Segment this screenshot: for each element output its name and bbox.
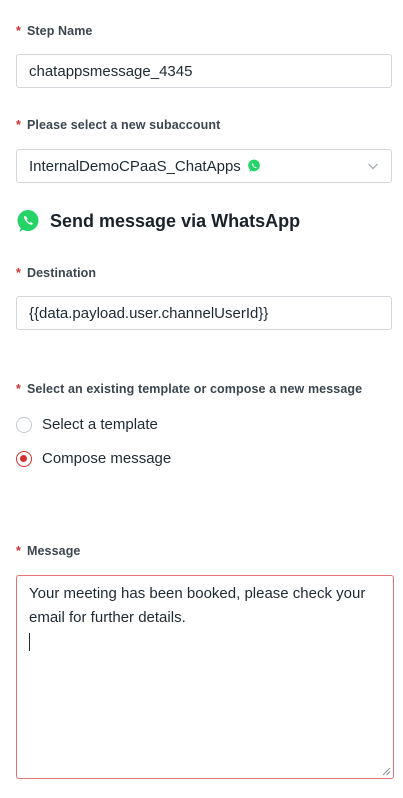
template-choice-label: * Select an existing template or compose … xyxy=(16,382,363,396)
message-textarea[interactable]: Your meeting has been booked, please che… xyxy=(16,575,394,779)
destination-input[interactable]: {{data.payload.user.channelUserId}} xyxy=(16,296,392,330)
radio-select-template[interactable]: Select a template xyxy=(16,416,158,433)
subaccount-value: InternalDemoCPaaS_ChatApps xyxy=(29,157,241,175)
required-marker: * xyxy=(16,24,21,38)
step-name-label: * Step Name xyxy=(16,24,93,38)
step-name-input[interactable]: chatappsmessage_4345 xyxy=(16,54,392,88)
required-marker: * xyxy=(16,544,21,558)
resize-handle-icon[interactable] xyxy=(381,766,391,776)
subaccount-select[interactable]: InternalDemoCPaaS_ChatApps xyxy=(16,149,392,183)
radio-label: Compose message xyxy=(42,450,172,467)
destination-label: * Destination xyxy=(16,266,97,280)
required-marker: * xyxy=(16,118,21,132)
chevron-down-icon[interactable] xyxy=(367,160,379,172)
required-marker: * xyxy=(16,382,21,396)
text-caret xyxy=(29,633,30,651)
whatsapp-icon xyxy=(247,159,260,172)
message-label: * Message xyxy=(16,544,81,558)
section-heading: Send message via WhatsApp xyxy=(16,209,300,233)
required-marker: * xyxy=(16,266,21,280)
section-title: Send message via WhatsApp xyxy=(50,210,301,231)
subaccount-label: * Please select a new subaccount xyxy=(16,118,221,132)
whatsapp-icon xyxy=(17,210,39,232)
message-text: Your meeting has been booked, please che… xyxy=(29,585,366,626)
radio-compose-message[interactable]: Compose message xyxy=(16,450,171,467)
radio-button[interactable] xyxy=(16,416,32,433)
radio-label: Select a template xyxy=(42,416,158,433)
radio-button[interactable] xyxy=(16,450,32,467)
